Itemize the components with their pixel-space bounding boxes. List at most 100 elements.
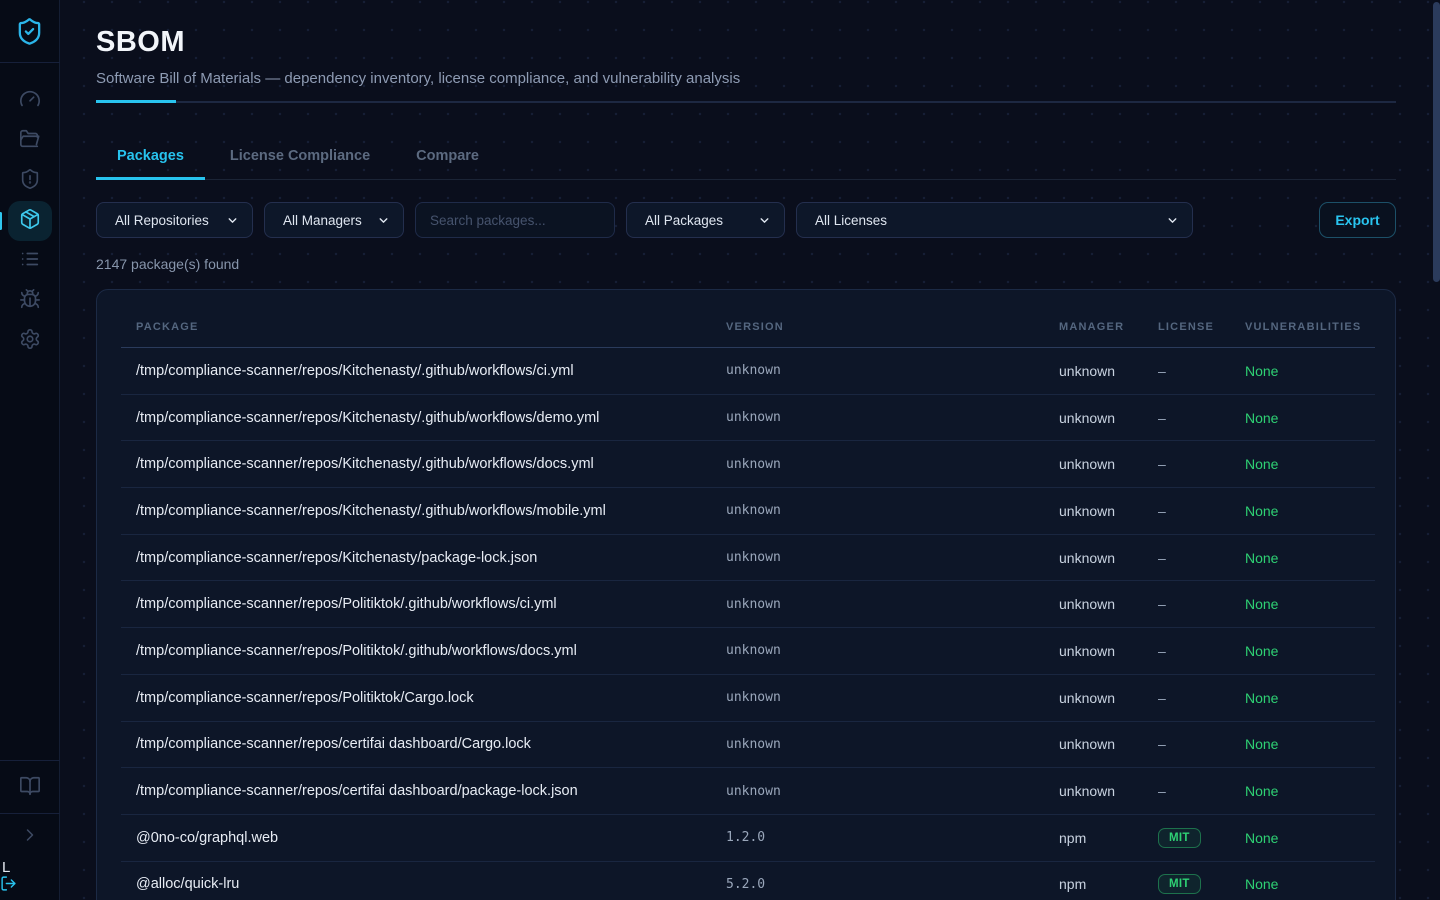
license-cell: –	[1158, 596, 1245, 612]
chevron-down-icon	[1166, 214, 1179, 227]
vulnerabilities-cell: None	[1245, 550, 1375, 566]
license-cell: –	[1158, 690, 1245, 706]
column-header-manager: Manager	[1059, 321, 1158, 333]
vertical-scrollbar-thumb[interactable]	[1433, 2, 1440, 282]
table-row[interactable]: @alloc/quick-lru 5.2.0 npm MIT None	[121, 862, 1375, 900]
licenses-select-value: All Licenses	[815, 213, 887, 228]
table-row[interactable]: /tmp/compliance-scanner/repos/Kitchenast…	[121, 488, 1375, 535]
sidebar-divider	[0, 62, 60, 63]
page-title: SBOM	[96, 0, 1396, 59]
version-cell: unknown	[726, 643, 1059, 658]
gauge-icon	[19, 88, 41, 115]
sidebar-nav	[8, 81, 52, 361]
book-open-icon	[19, 775, 41, 802]
manager-cell: npm	[1059, 830, 1158, 846]
tab-license-compliance[interactable]: License Compliance	[209, 136, 391, 179]
license-badge: MIT	[1158, 828, 1201, 848]
package-cell: /tmp/compliance-scanner/repos/Kitchenast…	[121, 410, 726, 426]
version-cell: unknown	[726, 550, 1059, 565]
managers-select[interactable]: All Managers	[264, 202, 404, 238]
sidebar-collapse-button[interactable]	[8, 818, 52, 856]
tab-compare[interactable]: Compare	[395, 136, 500, 179]
packages-select[interactable]: All Packages	[626, 202, 785, 238]
manager-cell: unknown	[1059, 690, 1158, 706]
export-button[interactable]: Export	[1319, 202, 1396, 238]
repositories-select-value: All Repositories	[115, 213, 209, 228]
package-cell: @alloc/quick-lru	[121, 876, 726, 892]
sidebar	[0, 0, 60, 900]
sidebar-item-settings[interactable]	[8, 321, 52, 361]
package-cube-icon	[19, 208, 41, 235]
manager-cell: unknown	[1059, 363, 1158, 379]
table-row[interactable]: /tmp/compliance-scanner/repos/Politiktok…	[121, 581, 1375, 628]
license-cell: –	[1158, 643, 1245, 659]
sidebar-item-checklist[interactable]	[8, 241, 52, 281]
sidebar-item-vulnerabilities[interactable]	[8, 161, 52, 201]
table-row[interactable]: /tmp/compliance-scanner/repos/Kitchenast…	[121, 348, 1375, 395]
vulnerabilities-cell: None	[1245, 363, 1375, 379]
tab-packages[interactable]: Packages	[96, 136, 205, 179]
logout-icon[interactable]	[0, 875, 17, 897]
table-row[interactable]: /tmp/compliance-scanner/repos/Kitchenast…	[121, 535, 1375, 582]
folder-icon	[19, 128, 41, 155]
main-content: SBOM Software Bill of Materials — depend…	[60, 0, 1440, 900]
table-body: /tmp/compliance-scanner/repos/Kitchenast…	[121, 348, 1375, 900]
results-count: 2147 package(s) found	[96, 256, 1396, 272]
chevron-down-icon	[758, 214, 771, 227]
app-logo[interactable]	[15, 19, 44, 48]
repositories-select[interactable]: All Repositories	[96, 202, 253, 238]
table-row[interactable]: /tmp/compliance-scanner/repos/Politiktok…	[121, 628, 1375, 675]
package-cell: /tmp/compliance-scanner/repos/Politiktok…	[121, 690, 726, 706]
vulnerabilities-cell: None	[1245, 456, 1375, 472]
search-input[interactable]	[415, 202, 615, 238]
manager-cell: unknown	[1059, 456, 1158, 472]
package-cell: @0no-co/graphql.web	[121, 830, 726, 846]
license-cell: –	[1158, 550, 1245, 566]
column-header-license: License	[1158, 321, 1245, 333]
table-row[interactable]: /tmp/compliance-scanner/repos/certifai d…	[121, 768, 1375, 815]
table-header: Package Version Manager License Vulnerab…	[121, 306, 1375, 348]
version-cell: unknown	[726, 690, 1059, 705]
packages-select-value: All Packages	[645, 213, 723, 228]
sidebar-item-bugs[interactable]	[8, 281, 52, 321]
sidebar-item-docs[interactable]	[8, 769, 52, 807]
sidebar-item-sbom[interactable]	[8, 201, 52, 241]
manager-cell: unknown	[1059, 736, 1158, 752]
vulnerabilities-cell: None	[1245, 783, 1375, 799]
checklist-icon	[19, 248, 41, 275]
table-row[interactable]: /tmp/compliance-scanner/repos/certifai d…	[121, 722, 1375, 769]
licenses-select[interactable]: All Licenses	[796, 202, 1193, 238]
bug-icon	[19, 288, 41, 315]
managers-select-value: All Managers	[283, 213, 362, 228]
table-row[interactable]: /tmp/compliance-scanner/repos/Kitchenast…	[121, 395, 1375, 442]
title-underline	[96, 101, 1396, 103]
table-row[interactable]: @0no-co/graphql.web 1.2.0 npm MIT None	[121, 815, 1375, 862]
vulnerabilities-cell: None	[1245, 876, 1375, 892]
sidebar-item-dashboard[interactable]	[8, 81, 52, 121]
version-cell: unknown	[726, 363, 1059, 378]
vulnerabilities-cell: None	[1245, 643, 1375, 659]
version-cell: unknown	[726, 410, 1059, 425]
package-cell: /tmp/compliance-scanner/repos/Kitchenast…	[121, 456, 726, 472]
package-cell: /tmp/compliance-scanner/repos/certifai d…	[121, 783, 726, 799]
manager-cell: unknown	[1059, 596, 1158, 612]
chevron-right-icon	[20, 825, 40, 850]
column-header-vulnerabilities: Vulnerabilities	[1245, 321, 1375, 333]
manager-cell: unknown	[1059, 503, 1158, 519]
page-subtitle: Software Bill of Materials — dependency …	[96, 70, 1396, 87]
filter-bar: All Repositories All Managers All Packag…	[96, 202, 1396, 238]
table-row[interactable]: /tmp/compliance-scanner/repos/Kitchenast…	[121, 441, 1375, 488]
sidebar-item-repositories[interactable]	[8, 121, 52, 161]
license-cell: MIT	[1158, 828, 1245, 848]
vulnerabilities-cell: None	[1245, 830, 1375, 846]
sidebar-divider	[0, 760, 60, 761]
package-cell: /tmp/compliance-scanner/repos/Kitchenast…	[121, 363, 726, 379]
manager-cell: npm	[1059, 876, 1158, 892]
column-header-package: Package	[121, 321, 726, 333]
vulnerabilities-cell: None	[1245, 736, 1375, 752]
version-cell: unknown	[726, 784, 1059, 799]
package-cell: /tmp/compliance-scanner/repos/Politiktok…	[121, 643, 726, 659]
table-row[interactable]: /tmp/compliance-scanner/repos/Politiktok…	[121, 675, 1375, 722]
package-cell: /tmp/compliance-scanner/repos/Kitchenast…	[121, 503, 726, 519]
vulnerabilities-cell: None	[1245, 596, 1375, 612]
